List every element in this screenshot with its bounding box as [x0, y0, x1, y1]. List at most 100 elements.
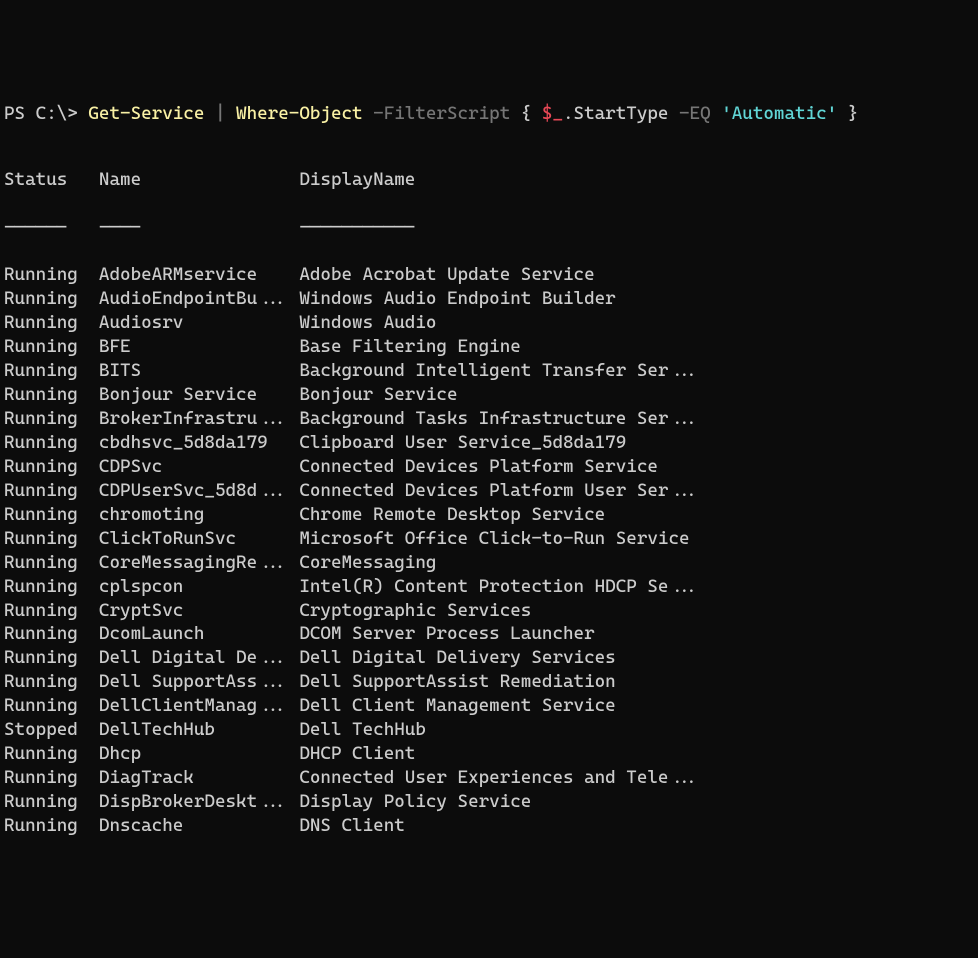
cell-status: Running [4, 455, 99, 479]
cell-status: Running [4, 790, 99, 814]
property-starttype: StartType [574, 103, 669, 124]
command-prompt-line[interactable]: PS C:\> Get-Service | Where-Object -Filt… [4, 102, 974, 126]
cell-name: DispBrokerDeskt... [99, 790, 299, 814]
cell-name: DiagTrack [99, 766, 299, 790]
cell-name: Audiosrv [99, 311, 299, 335]
cell-displayname: Dell Client Management Service [299, 694, 615, 718]
table-row: RunningBFEBase Filtering Engine [4, 335, 974, 359]
table-row: RunningDell SupportAss...Dell SupportAss… [4, 670, 974, 694]
cell-name: CryptSvc [99, 599, 299, 623]
cell-displayname: Cryptographic Services [299, 599, 531, 623]
cell-name: CoreMessagingRe... [99, 551, 299, 575]
table-row: RunningDell Digital De...Dell Digital De… [4, 646, 974, 670]
cell-name: cbdhsvc_5d8da179 [99, 431, 299, 455]
table-row: RunningDhcpDHCP Client [4, 742, 974, 766]
brace-close: } [837, 103, 858, 124]
table-divider-row: --------------------- [4, 216, 974, 240]
cell-displayname: Base Filtering Engine [299, 335, 520, 359]
cell-status: Running [4, 407, 99, 431]
cell-status: Running [4, 335, 99, 359]
cell-name: AudioEndpointBu... [99, 287, 299, 311]
cell-name: CDPSvc [99, 455, 299, 479]
table-row: StoppedDellTechHubDell TechHub [4, 718, 974, 742]
cell-name: BITS [99, 359, 299, 383]
dot-operator: . [563, 103, 574, 124]
cell-name: chromoting [99, 503, 299, 527]
table-row: RunningAudioEndpointBu...Windows Audio E… [4, 287, 974, 311]
cell-status: Running [4, 263, 99, 287]
cell-displayname: DCOM Server Process Launcher [299, 622, 594, 646]
cell-displayname: Intel(R) Content Protection HDCP Se... [299, 575, 700, 599]
cell-displayname: Dell SupportAssist Remediation [299, 670, 615, 694]
operator-eq: -EQ [668, 103, 721, 124]
table-row: RunningDiagTrackConnected User Experienc… [4, 766, 974, 790]
table-row: RunningAdobeARMserviceAdobe Acrobat Upda… [4, 263, 974, 287]
cell-name: Dhcp [99, 742, 299, 766]
table-row: RunningCoreMessagingRe...CoreMessaging [4, 551, 974, 575]
cell-name: BrokerInfrastru... [99, 407, 299, 431]
table-row: RunningDispBrokerDeskt...Display Policy … [4, 790, 974, 814]
brace-open: { [521, 103, 542, 124]
cell-status: Running [4, 431, 99, 455]
cell-displayname: Background Intelligent Transfer Ser... [299, 359, 700, 383]
prompt-prefix: PS C:\> [4, 103, 88, 124]
variable-underscore: $_ [542, 103, 563, 124]
cell-status: Running [4, 479, 99, 503]
cell-displayname: Bonjour Service [299, 383, 457, 407]
cell-displayname: Background Tasks Infrastructure Ser... [299, 407, 700, 431]
table-row: RunningcplspconIntel(R) Content Protecti… [4, 575, 974, 599]
header-name: Name [99, 168, 299, 192]
table-header-row: StatusNameDisplayName [4, 168, 974, 192]
table-row: RunningCDPUserSvc_5d8d...Connected Devic… [4, 479, 974, 503]
cell-displayname: Dell Digital Delivery Services [299, 646, 615, 670]
table-row: RunningBITSBackground Intelligent Transf… [4, 359, 974, 383]
cell-displayname: Chrome Remote Desktop Service [299, 503, 605, 527]
table-row: RunningDnscacheDNS Client [4, 814, 974, 838]
cell-status: Running [4, 575, 99, 599]
header-status: Status [4, 168, 99, 192]
cell-name: Bonjour Service [99, 383, 299, 407]
cell-displayname: Connected User Experiences and Tele... [299, 766, 700, 790]
table-row: RunningchromotingChrome Remote Desktop S… [4, 503, 974, 527]
cell-status: Running [4, 694, 99, 718]
cell-name: DellClientManag... [99, 694, 299, 718]
cell-displayname: Windows Audio Endpoint Builder [299, 287, 615, 311]
cell-displayname: Clipboard User Service_5d8da179 [299, 431, 626, 455]
table-row: RunningAudiosrvWindows Audio [4, 311, 974, 335]
cell-status: Running [4, 622, 99, 646]
table-row: RunningBonjour ServiceBonjour Service [4, 383, 974, 407]
cell-displayname: Adobe Acrobat Update Service [299, 263, 594, 287]
divider-name: ---- [99, 216, 299, 240]
cell-status: Running [4, 527, 99, 551]
cell-status: Running [4, 503, 99, 527]
cell-status: Stopped [4, 718, 99, 742]
divider-status: ------ [4, 216, 99, 240]
cell-status: Running [4, 383, 99, 407]
cell-name: Dell Digital De... [99, 646, 299, 670]
cell-displayname: Connected Devices Platform Service [299, 455, 658, 479]
cmdlet-where-object: Where-Object [236, 103, 363, 124]
cell-status: Running [4, 766, 99, 790]
cell-name: AdobeARMservice [99, 263, 299, 287]
cell-name: ClickToRunSvc [99, 527, 299, 551]
cmdlet-get-service: Get-Service [88, 103, 204, 124]
parameter-filterscript: -FilterScript [363, 103, 521, 124]
string-automatic: 'Automatic' [721, 103, 837, 124]
cell-status: Running [4, 670, 99, 694]
cell-displayname: DNS Client [299, 814, 404, 838]
cell-name: DellTechHub [99, 718, 299, 742]
table-body: RunningAdobeARMserviceAdobe Acrobat Upda… [4, 263, 974, 838]
table-row: Runningcbdhsvc_5d8da179Clipboard User Se… [4, 431, 974, 455]
cell-displayname: Microsoft Office Click-to-Run Service [299, 527, 689, 551]
cell-status: Running [4, 287, 99, 311]
table-row: RunningDellClientManag...Dell Client Man… [4, 694, 974, 718]
cell-name: DcomLaunch [99, 622, 299, 646]
cell-name: cplspcon [99, 575, 299, 599]
cell-name: Dell SupportAss... [99, 670, 299, 694]
table-row: RunningCDPSvcConnected Devices Platform … [4, 455, 974, 479]
cell-displayname: Windows Audio [299, 311, 436, 335]
cell-name: CDPUserSvc_5d8d... [99, 479, 299, 503]
cell-status: Running [4, 646, 99, 670]
table-row: RunningCryptSvcCryptographic Services [4, 599, 974, 623]
cell-name: Dnscache [99, 814, 299, 838]
